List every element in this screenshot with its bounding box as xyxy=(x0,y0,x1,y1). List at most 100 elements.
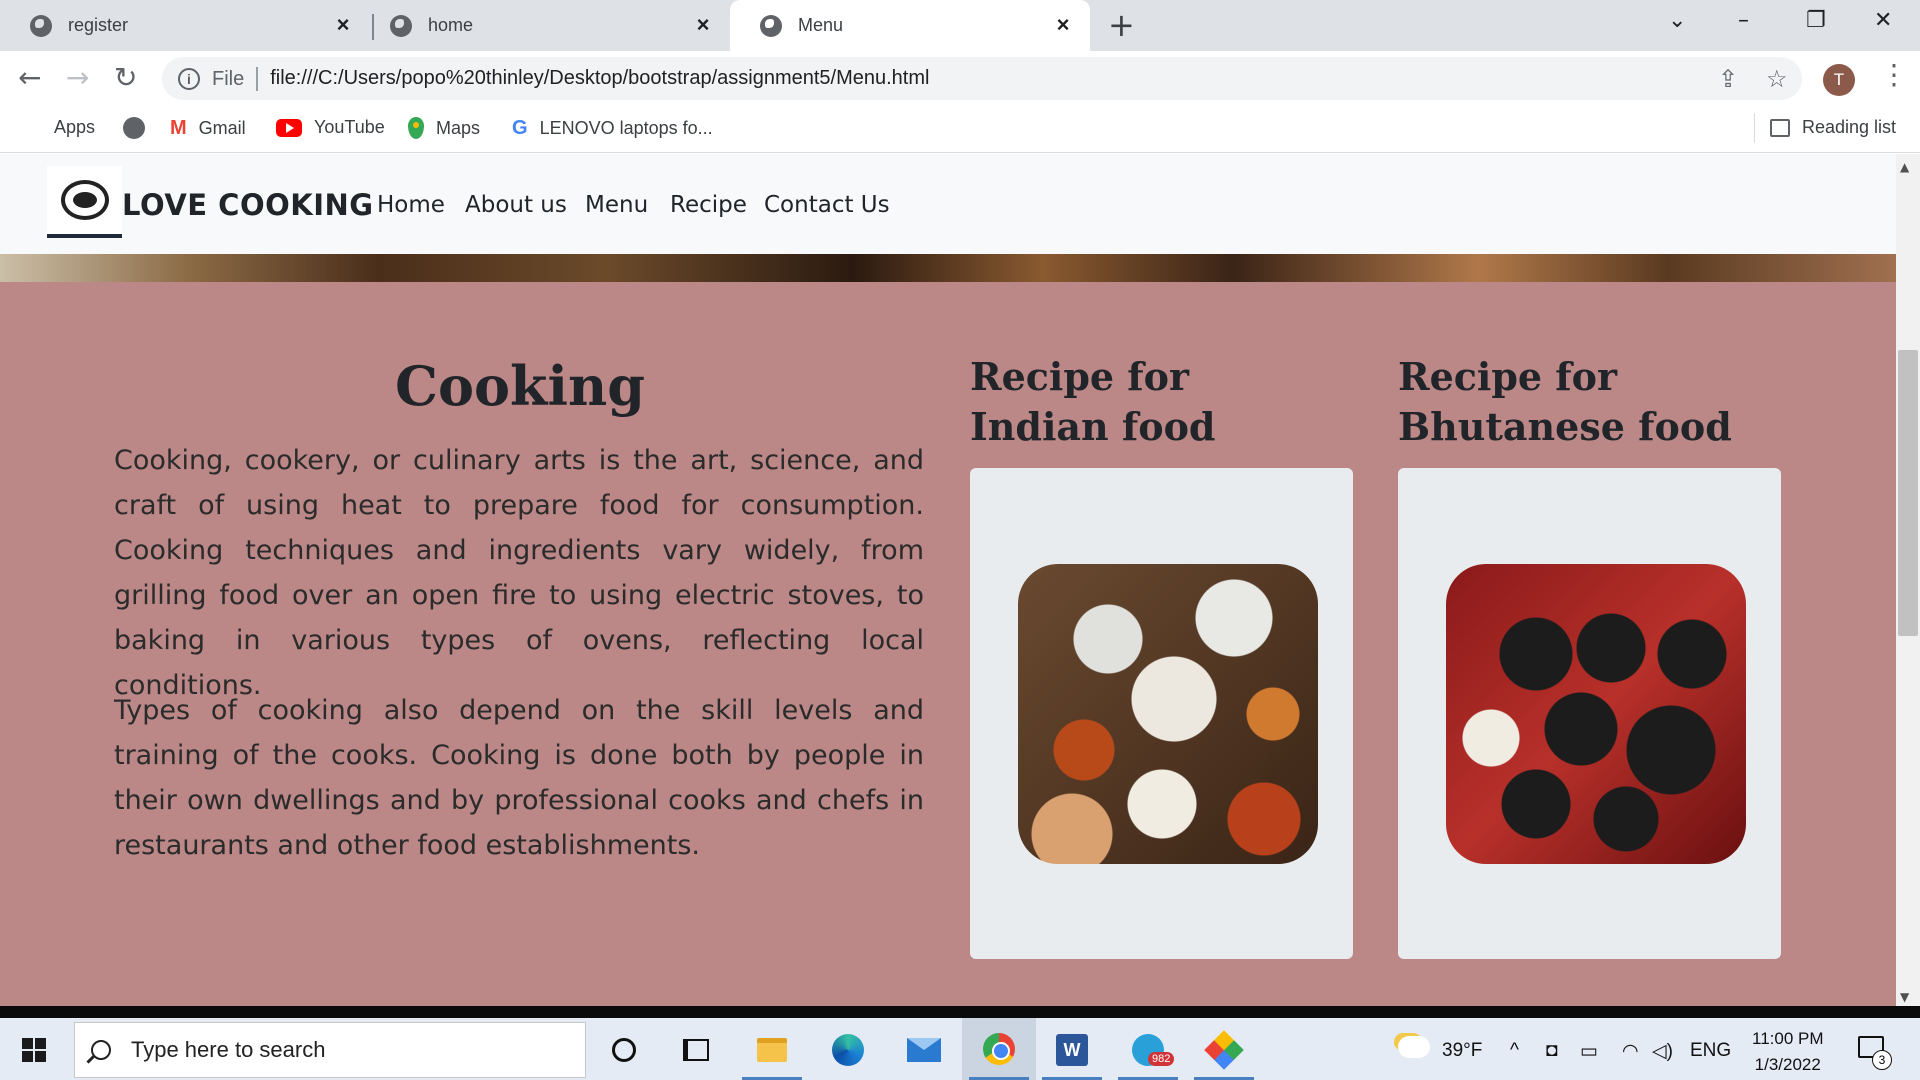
tab-home[interactable]: home × xyxy=(360,0,730,51)
recipe-bhutanese-card xyxy=(1398,468,1781,959)
bookmark-apps[interactable]: Apps xyxy=(22,117,95,138)
forward-icon[interactable]: → xyxy=(66,61,89,95)
bookmark-label: Gmail xyxy=(198,118,246,138)
recipe-bhutanese-title: Recipe for Bhutanese food xyxy=(1398,354,1732,449)
maps-icon xyxy=(408,117,424,139)
reading-list-label: Reading list xyxy=(1802,117,1897,137)
chevron-up-icon[interactable]: ^ xyxy=(1510,1040,1519,1062)
globe-icon xyxy=(123,117,145,139)
file-explorer-icon[interactable] xyxy=(742,1030,802,1080)
new-tab-icon[interactable]: + xyxy=(1108,9,1135,41)
share-icon[interactable]: ⇪ xyxy=(1718,65,1738,94)
clock[interactable]: 11:00 PM 1/3/2022 xyxy=(1752,1026,1824,1078)
page-viewport: LOVE COOKING Home About us Menu Recipe C… xyxy=(0,154,1896,1006)
nav-about-us[interactable]: About us xyxy=(465,192,567,218)
task-view-icon[interactable] xyxy=(676,1030,716,1070)
minimize-icon[interactable]: – xyxy=(1738,8,1749,33)
restore-icon[interactable]: ❐ xyxy=(1806,8,1826,33)
gmail-icon: M xyxy=(170,117,187,139)
youtube-icon xyxy=(276,118,302,137)
clock-time: 11:00 PM xyxy=(1752,1029,1824,1048)
word-icon[interactable]: W xyxy=(1042,1030,1102,1080)
apps-grid-icon xyxy=(22,118,42,138)
chrome-taskbar-icon[interactable] xyxy=(962,1018,1036,1080)
tab-search-icon[interactable]: ⌄ xyxy=(1668,8,1686,33)
globe-icon xyxy=(390,14,412,37)
cooking-paragraph-1: Cooking, cookery, or culinary arts is th… xyxy=(114,445,924,701)
bookmark-maps[interactable]: Maps xyxy=(408,117,480,139)
nav-home[interactable]: Home xyxy=(377,192,445,218)
scroll-down-icon[interactable]: ▼ xyxy=(1900,990,1909,1004)
bookmark-star-icon[interactable]: ☆ xyxy=(1766,65,1788,94)
hero-image xyxy=(0,254,1896,282)
page-bottom-edge xyxy=(0,1006,1920,1018)
tab-title: Menu xyxy=(798,15,844,35)
telegram-icon[interactable]: 982 xyxy=(1118,1030,1178,1080)
browser-toolbar: ← → ↻ i File file:///C:/Users/popo%20thi… xyxy=(0,51,1920,105)
bookmarks-bar: Apps M Gmail YouTube Maps G LENOVO lapto… xyxy=(0,105,1920,153)
search-icon xyxy=(91,1040,111,1060)
bookmark-globe[interactable] xyxy=(123,117,157,139)
edge-icon[interactable] xyxy=(828,1030,868,1070)
nav-recipe[interactable]: Recipe xyxy=(670,192,747,218)
bookmark-divider xyxy=(1754,113,1755,143)
profile-avatar[interactable]: T xyxy=(1823,64,1855,96)
weather-icon[interactable] xyxy=(1398,1036,1430,1058)
brand-name[interactable]: LOVE COOKING xyxy=(122,188,374,222)
indian-food-image xyxy=(1018,564,1318,864)
cooking-paragraph-2: Types of cooking also depend on the skil… xyxy=(114,695,924,861)
scheme-label: File xyxy=(212,66,259,91)
language-indicator[interactable]: ENG xyxy=(1690,1040,1731,1062)
info-icon[interactable]: i xyxy=(178,67,200,90)
recipe-indian-card xyxy=(970,468,1353,959)
brand-logo[interactable] xyxy=(47,166,122,238)
search-placeholder: Type here to search xyxy=(131,1037,326,1062)
bookmark-youtube[interactable]: YouTube xyxy=(276,117,385,138)
reading-list[interactable]: Reading list xyxy=(1770,117,1896,138)
bookmark-label: Apps xyxy=(54,117,96,137)
bhutanese-food-image xyxy=(1446,564,1746,864)
close-icon[interactable]: × xyxy=(692,13,714,37)
bookmark-lenovo[interactable]: G LENOVO laptops fo... xyxy=(512,117,713,140)
close-icon[interactable]: × xyxy=(332,13,354,37)
tab-menu[interactable]: Menu × xyxy=(730,0,1090,51)
app-kite-icon[interactable] xyxy=(1194,1030,1254,1080)
tab-strip: register × home × Menu × + ⌄ – ❐ ✕ xyxy=(0,0,1920,51)
windows-start-icon[interactable] xyxy=(22,1038,46,1062)
battery-icon[interactable]: ▭ xyxy=(1580,1040,1598,1063)
clock-date: 1/3/2022 xyxy=(1754,1055,1821,1074)
cortana-icon[interactable] xyxy=(604,1030,644,1070)
notification-count: 3 xyxy=(1872,1050,1892,1070)
windows-taskbar: Type here to search W 982 39°F ^ ◘ ▭ ◠ ◁… xyxy=(0,1018,1920,1080)
close-icon[interactable]: × xyxy=(1052,13,1074,37)
google-icon: G xyxy=(512,117,528,139)
mail-icon[interactable] xyxy=(904,1030,944,1070)
taskbar-search[interactable]: Type here to search xyxy=(74,1022,586,1078)
menu-kebab-icon[interactable]: ⋮ xyxy=(1880,61,1908,89)
window-close-icon[interactable]: ✕ xyxy=(1874,8,1892,33)
telegram-badge: 982 xyxy=(1148,1052,1175,1066)
url-text[interactable]: file:///C:/Users/popo%20thinley/Desktop/… xyxy=(270,67,929,90)
globe-icon xyxy=(760,14,782,37)
site-navbar: LOVE COOKING Home About us Menu Recipe C… xyxy=(0,154,1896,254)
device-icon[interactable]: ◘ xyxy=(1546,1040,1557,1062)
cooking-heading: Cooking xyxy=(395,354,645,418)
bookmark-label: Maps xyxy=(436,117,481,138)
address-bar[interactable]: i File file:///C:/Users/popo%20thinley/D… xyxy=(162,57,1802,100)
nav-menu[interactable]: Menu xyxy=(585,192,648,218)
tab-register[interactable]: register × xyxy=(0,0,370,51)
temperature[interactable]: 39°F xyxy=(1442,1040,1482,1062)
scrollbar-thumb[interactable] xyxy=(1898,350,1918,636)
bookmark-gmail[interactable]: M Gmail xyxy=(170,117,246,140)
volume-icon[interactable]: ◁) xyxy=(1652,1040,1673,1063)
recipe-indian-title: Recipe for Indian food xyxy=(970,354,1216,449)
tab-title: home xyxy=(428,15,474,35)
scroll-up-icon[interactable]: ▲ xyxy=(1900,160,1909,174)
bookmark-label: LENOVO laptops fo... xyxy=(539,118,713,138)
back-icon[interactable]: ← xyxy=(18,61,41,95)
tab-title: register xyxy=(68,15,129,35)
reload-icon[interactable]: ↻ xyxy=(114,61,137,95)
globe-icon xyxy=(30,14,52,37)
wifi-icon[interactable]: ◠ xyxy=(1622,1040,1639,1063)
nav-contact-us[interactable]: Contact Us xyxy=(764,192,890,218)
